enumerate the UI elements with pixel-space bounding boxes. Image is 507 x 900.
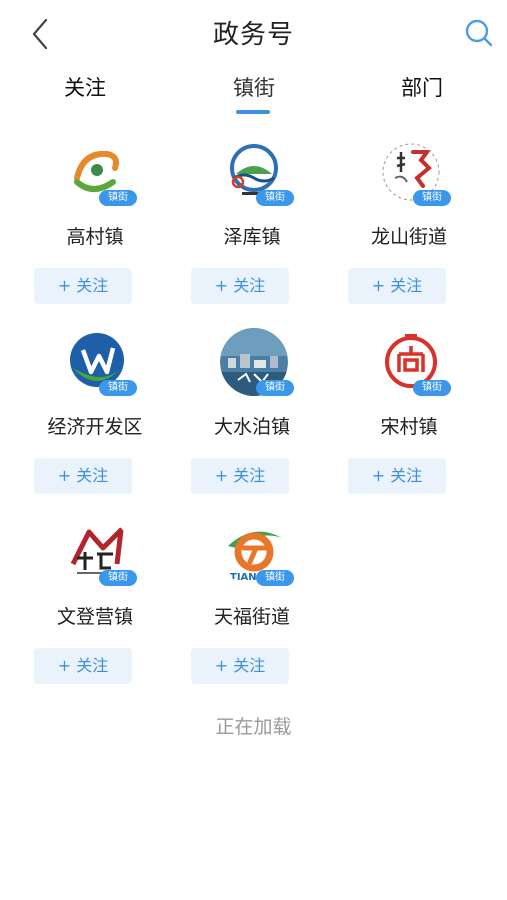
account-name: 泽库镇 xyxy=(223,226,281,248)
badge: 镇街 xyxy=(256,570,294,586)
tab-label: 镇街 xyxy=(233,76,275,100)
account-logo[interactable]: 镇街 xyxy=(220,138,294,206)
grid-item: 镇街 龙山街道 + 关注 xyxy=(331,130,487,320)
account-logo[interactable]: TIAN 镇街 xyxy=(220,518,294,586)
account-logo[interactable]: 镇街 xyxy=(63,518,137,586)
follow-button[interactable]: + 关注 xyxy=(191,648,289,684)
page-title: 政务号 xyxy=(212,20,294,50)
account-logo[interactable]: 镇街 xyxy=(63,328,137,396)
tab-label: 关注 xyxy=(64,76,106,100)
tab-following[interactable]: 关注 xyxy=(25,72,145,102)
badge: 镇街 xyxy=(99,380,137,396)
header: 政务号 xyxy=(0,0,507,66)
badge: 镇街 xyxy=(256,190,294,206)
account-logo[interactable]: 镇街 xyxy=(377,328,451,396)
grid-item: 镇街 高村镇 + 关注 xyxy=(17,130,173,320)
grid-item: TIAN 镇街 天福街道 + 关注 xyxy=(174,510,330,700)
search-icon[interactable] xyxy=(462,16,496,50)
account-name: 龙山街道 xyxy=(370,226,447,248)
tab-bar: 关注 镇街 部门 xyxy=(0,72,507,120)
follow-button[interactable]: + 关注 xyxy=(34,458,132,494)
follow-button[interactable]: + 关注 xyxy=(191,268,289,304)
tab-towns[interactable]: 镇街 xyxy=(194,72,314,114)
grid-item: 镇街 文登营镇 + 关注 xyxy=(17,510,173,700)
grid-item: 镇街 泽库镇 + 关注 xyxy=(174,130,330,320)
account-name: 经济开发区 xyxy=(47,416,143,438)
badge: 镇街 xyxy=(413,190,451,206)
follow-button[interactable]: + 关注 xyxy=(34,268,132,304)
account-logo[interactable]: 镇街 xyxy=(63,138,137,206)
grid-item: 镇街 宋村镇 + 关注 xyxy=(331,320,487,510)
follow-button[interactable]: + 关注 xyxy=(34,648,132,684)
account-name: 大水泊镇 xyxy=(213,416,290,438)
account-name: 文登营镇 xyxy=(56,606,133,628)
badge: 镇街 xyxy=(99,190,137,206)
follow-button[interactable]: + 关注 xyxy=(348,268,446,304)
account-logo[interactable]: 镇街 xyxy=(377,138,451,206)
account-name: 高村镇 xyxy=(66,226,124,248)
follow-button[interactable]: + 关注 xyxy=(191,458,289,494)
active-tab-indicator xyxy=(236,110,270,114)
grid-item: 镇街 大水泊镇 + 关注 xyxy=(174,320,330,510)
tab-label: 部门 xyxy=(401,76,443,100)
svg-text:TIAN: TIAN xyxy=(230,572,257,583)
tab-departments[interactable]: 部门 xyxy=(362,72,482,102)
badge: 镇街 xyxy=(413,380,451,396)
account-logo[interactable]: 镇街 xyxy=(220,328,294,396)
grid-item: 镇街 经济开发区 + 关注 xyxy=(17,320,173,510)
follow-button[interactable]: + 关注 xyxy=(348,458,446,494)
account-name: 宋村镇 xyxy=(380,416,438,438)
account-name: 天福街道 xyxy=(213,606,290,628)
loading-indicator: 正在加载 xyxy=(215,716,292,738)
badge: 镇街 xyxy=(256,380,294,396)
badge: 镇街 xyxy=(99,570,137,586)
